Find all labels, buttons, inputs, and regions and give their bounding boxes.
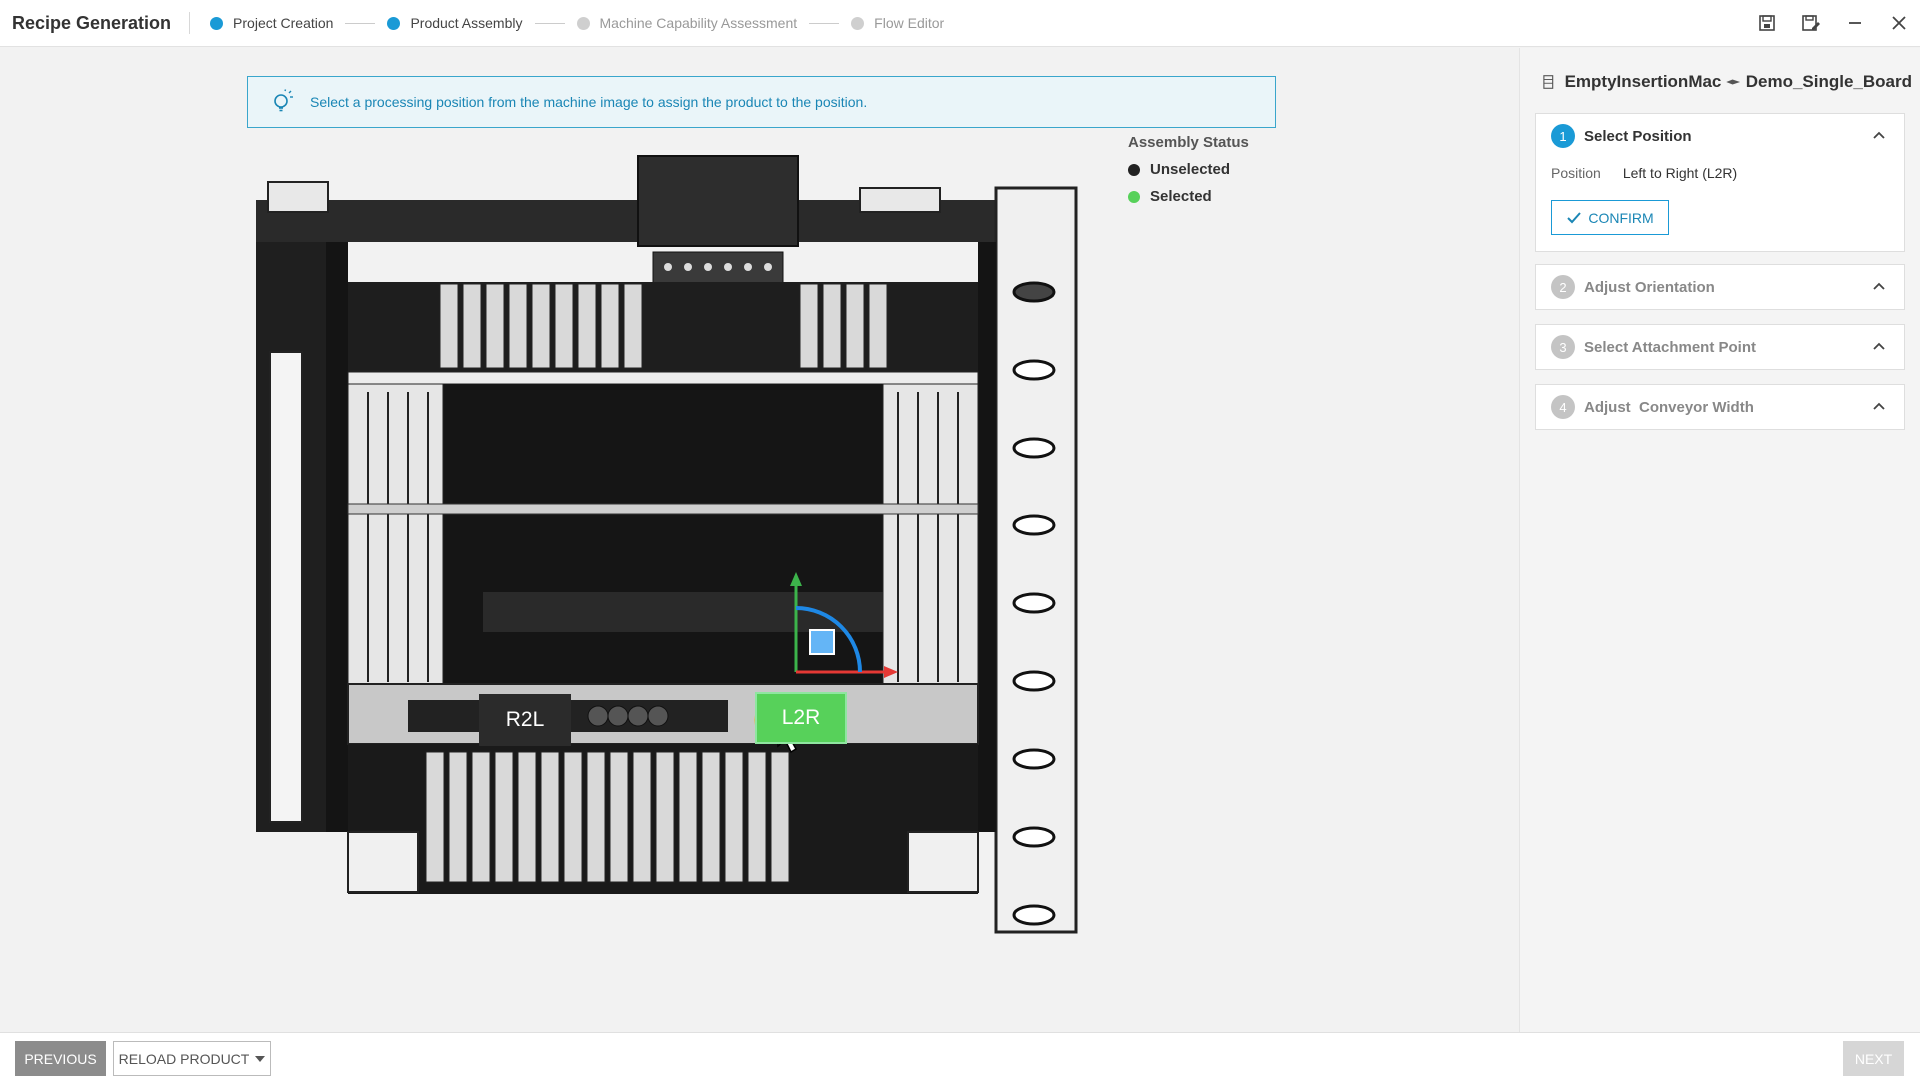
step-label: Flow Editor <box>874 15 945 31</box>
legend-title: Assembly Status <box>1128 134 1249 151</box>
chevron-up-icon <box>1873 131 1885 139</box>
previous-button[interactable]: PREVIOUS <box>15 1041 106 1076</box>
step-machine-capability-assessment[interactable]: Machine Capability Assessment <box>576 15 798 31</box>
step-project-creation[interactable]: Project Creation <box>210 15 333 31</box>
step-connector <box>809 22 840 24</box>
position-r2l[interactable]: R2L <box>479 694 571 746</box>
minimize-button[interactable] <box>1844 10 1866 36</box>
section-title: Select Attachment Point <box>1584 338 1756 356</box>
section-header[interactable]: 4 Adjust Conveyor Width <box>1536 385 1904 429</box>
chevron-up-icon <box>1873 342 1885 350</box>
save-as-button[interactable] <box>1800 10 1822 36</box>
step-connector <box>534 22 565 24</box>
step-label: Project Creation <box>233 15 334 31</box>
machine-image <box>256 155 1078 934</box>
step-flow-editor[interactable]: Flow Editor <box>851 15 944 31</box>
section-number: 4 <box>1551 395 1575 419</box>
position-value: Left to Right (L2R) <box>1622 165 1738 181</box>
legend-item-unselected: Unselected <box>1128 161 1249 178</box>
section-number: 3 <box>1551 335 1575 359</box>
section-title: Adjust Conveyor Width <box>1584 398 1754 416</box>
step-label: Machine Capability Assessment <box>599 15 798 31</box>
step-product-assembly[interactable]: Product Assembly <box>387 15 523 31</box>
chevron-up-icon <box>1873 282 1885 290</box>
confirm-button[interactable]: CONFIRM <box>1551 200 1669 235</box>
position-label: Position <box>1551 165 1601 181</box>
machine-icon <box>1543 75 1554 89</box>
section-adjust-conveyor-width: 4 Adjust Conveyor Width <box>1535 384 1905 430</box>
reload-product-button[interactable]: RELOAD PRODUCT <box>113 1041 271 1076</box>
save-icon <box>1759 15 1775 31</box>
next-button[interactable]: NEXT <box>1843 1041 1904 1076</box>
legend-dot-unselected <box>1128 163 1140 176</box>
reload-product-label: RELOAD PRODUCT <box>118 1050 250 1067</box>
workflow-stepper: Project Creation Product Assembly Machin… <box>210 15 944 31</box>
section-select-position: 1 Select Position Position Left to Right… <box>1535 113 1905 252</box>
app-title: Recipe Generation <box>12 12 191 34</box>
legend-dot-selected <box>1128 190 1140 203</box>
section-number: 2 <box>1551 275 1575 299</box>
section-header[interactable]: 2 Adjust Orientation <box>1536 265 1904 309</box>
save-button[interactable] <box>1756 10 1778 36</box>
close-icon <box>1892 16 1906 30</box>
position-l2r[interactable]: L2R <box>755 692 847 744</box>
footer-bar: PREVIOUS RELOAD PRODUCT NEXT <box>0 1032 1920 1080</box>
machine-viewport[interactable]: R2L L2R <box>248 152 1084 942</box>
step-label: Product Assembly <box>410 15 523 31</box>
title-bar: Recipe Generation Project Creation Produ… <box>0 0 1920 47</box>
section-title: Adjust Orientation <box>1584 278 1715 296</box>
section-number: 1 <box>1551 124 1575 148</box>
assembly-status-legend: Assembly Status Unselected Selected <box>1128 134 1249 215</box>
minimize-icon <box>1849 22 1861 24</box>
step-connector <box>345 22 376 24</box>
legend-label: Unselected <box>1150 161 1231 178</box>
section-header[interactable]: 1 Select Position <box>1536 114 1904 158</box>
panel-header: EmptyInsertionMac Demo_Single_Board <box>1542 70 1912 94</box>
board-link-icon <box>1726 79 1741 85</box>
save-as-icon <box>1802 15 1820 31</box>
section-select-attachment-point: 3 Select Attachment Point <box>1535 324 1905 370</box>
confirm-label: CONFIRM <box>1588 209 1654 226</box>
legend-item-selected: Selected <box>1128 188 1249 205</box>
assembly-side-panel: EmptyInsertionMac Demo_Single_Board 1 Se… <box>1519 48 1920 1032</box>
window-controls <box>1756 10 1910 36</box>
caret-down-icon <box>255 1055 266 1062</box>
checkmark-icon <box>1567 211 1582 223</box>
step-indicator <box>387 16 401 30</box>
step-indicator <box>576 16 590 30</box>
banner-message: Select a processing position from the ma… <box>310 94 868 110</box>
close-button[interactable] <box>1888 10 1910 36</box>
section-adjust-orientation: 2 Adjust Orientation <box>1535 264 1905 310</box>
chevron-up-icon <box>1873 402 1885 410</box>
section-title: Select Position <box>1584 127 1692 145</box>
machine-name: EmptyInsertionMac <box>1564 72 1722 91</box>
position-row: Position Left to Right (L2R) <box>1551 158 1889 188</box>
step-indicator <box>210 16 224 30</box>
section-header[interactable]: 3 Select Attachment Point <box>1536 325 1904 369</box>
info-banner: Select a processing position from the ma… <box>247 76 1276 128</box>
legend-label: Selected <box>1150 188 1212 205</box>
product-name: Demo_Single_Board <box>1745 72 1912 91</box>
lightbulb-icon <box>274 89 293 112</box>
step-indicator <box>851 16 865 30</box>
section-body: Position Left to Right (L2R) CONFIRM <box>1536 158 1904 251</box>
